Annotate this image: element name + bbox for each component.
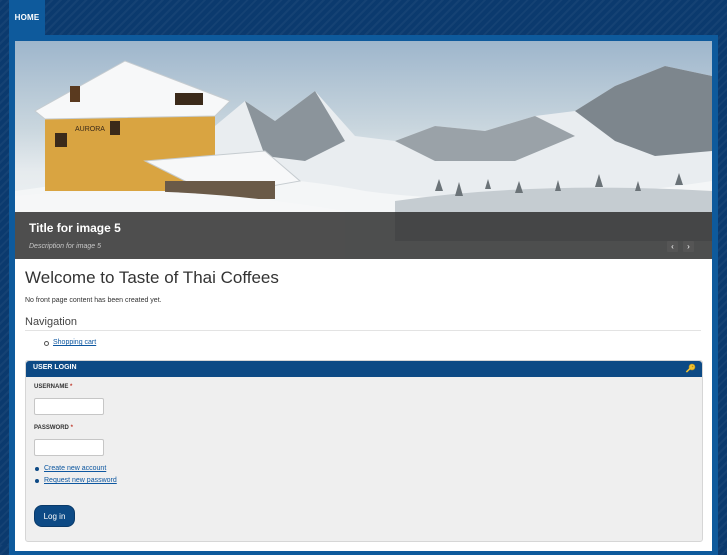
required-marker: * [70, 425, 73, 431]
username-label-text: USERNAME [34, 384, 69, 390]
username-label: USERNAME * [34, 384, 72, 390]
slide-title: Title for image 5 [29, 221, 121, 235]
previous-slide-button[interactable]: ‹ [667, 241, 678, 252]
password-label-text: PASSWORD [34, 425, 69, 431]
password-input[interactable] [34, 439, 104, 456]
main-content: AURORA Title for image 5 Description for… [15, 41, 712, 551]
divider [25, 330, 701, 331]
required-marker: * [70, 384, 73, 390]
navigation-block-title: Navigation [25, 316, 77, 328]
hero-slideshow: AURORA Title for image 5 Description for… [15, 41, 712, 259]
login-button[interactable]: Log in [34, 505, 75, 527]
request-password-link[interactable]: Request new password [44, 477, 117, 484]
list-item: Shopping cart [44, 339, 96, 346]
nav-home-tab[interactable]: HOME [9, 0, 45, 35]
create-account-link[interactable]: Create new account [44, 465, 106, 472]
svg-text:AURORA: AURORA [75, 126, 105, 133]
shopping-cart-link[interactable]: Shopping cart [53, 339, 96, 346]
top-navigation-bar: HOME [0, 0, 727, 35]
front-page-message: No front page content has been created y… [25, 297, 162, 304]
password-label: PASSWORD * [34, 425, 73, 431]
login-links: Create new account Request new password [34, 465, 117, 489]
username-input[interactable] [34, 398, 104, 415]
slide-description: Description for image 5 [29, 243, 101, 250]
next-slide-button[interactable]: › [683, 241, 694, 252]
key-icon [685, 363, 696, 373]
page-title: Welcome to Taste of Thai Coffees [25, 268, 279, 287]
login-block-title: USER LOGIN [33, 364, 77, 371]
user-login-block: USER LOGIN USERNAME * PASSWORD * Create … [25, 360, 703, 542]
login-block-header: USER LOGIN [26, 361, 702, 377]
slide-caption: Title for image 5 Description for image … [15, 212, 712, 259]
navigation-list: Shopping cart [44, 339, 96, 346]
list-item: Create new account [34, 465, 117, 472]
list-item: Request new password [34, 477, 117, 484]
